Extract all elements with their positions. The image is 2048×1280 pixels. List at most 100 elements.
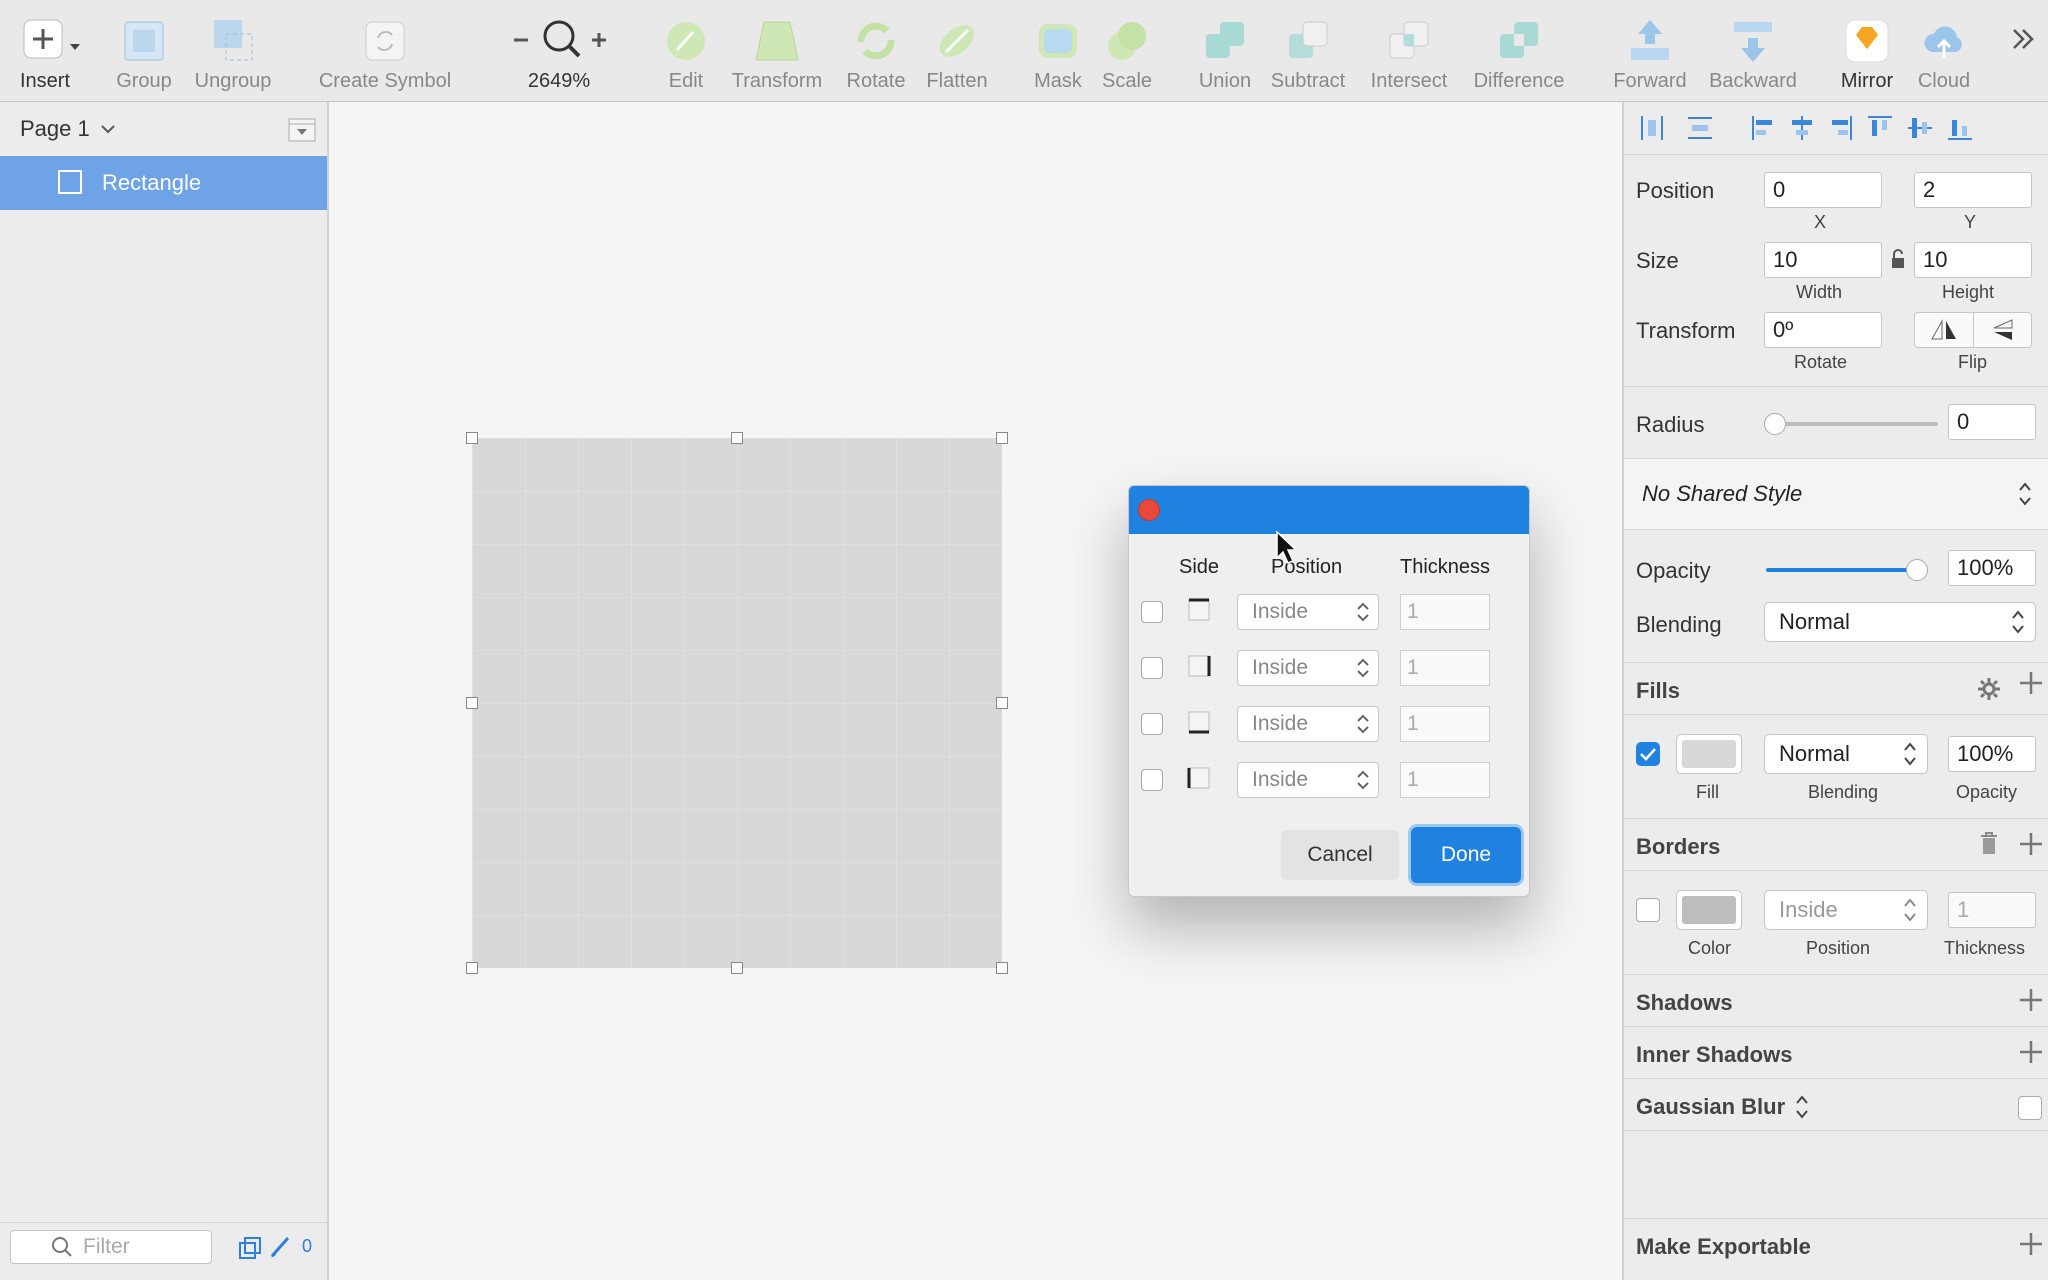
dialog-titlebar[interactable] [1129,486,1529,534]
resize-handle-bottom[interactable] [731,962,743,974]
cancel-button[interactable]: Cancel [1281,830,1399,880]
y-label: Y [1964,212,1977,232]
divider [1624,974,2048,975]
insert-button[interactable]: Insert [10,0,80,101]
side-right-position-select[interactable]: Inside [1237,650,1379,686]
lock-icon[interactable] [1890,248,1906,275]
fill-opacity-input[interactable]: 100% [1948,736,2036,772]
border-left-side-icon [1186,765,1212,796]
align-middle-vertical-icon[interactable] [1906,114,1934,142]
border-color-swatch[interactable] [1676,890,1742,930]
flip-vertical-button[interactable] [1974,313,2032,347]
subtract-button[interactable]: Subtract [1264,0,1352,101]
radius-input[interactable]: 0 [1948,404,2036,440]
scale-button[interactable]: Scale [1094,0,1160,101]
align-right-icon[interactable] [1826,114,1854,142]
width-input[interactable]: 10 [1764,242,1882,278]
opacity-slider-knob[interactable] [1906,559,1928,581]
gaussian-blur-select[interactable]: Gaussian Blur [1636,1094,1809,1120]
mirror-button[interactable]: Mirror [1834,0,1900,101]
resize-handle-top-right[interactable] [996,432,1008,444]
y-input[interactable]: 2 [1914,172,2032,208]
rotate-input[interactable]: 0º [1764,312,1882,348]
opacity-slider[interactable] [1766,568,1916,572]
border-position-select[interactable]: Inside [1764,890,1928,930]
side-right-checkbox[interactable] [1141,657,1163,679]
side-bottom-thickness-input[interactable]: 1 [1400,706,1490,742]
resize-handle-left[interactable] [466,697,478,709]
side-left-position-select[interactable]: Inside [1237,762,1379,798]
flip-horizontal-button[interactable] [1915,313,1974,347]
resize-handle-bottom-left[interactable] [466,962,478,974]
fill-color-swatch[interactable] [1676,734,1742,774]
divider [1624,1130,2048,1131]
toolbar-overflow-icon[interactable] [2008,24,2038,59]
shared-style-select[interactable]: No Shared Style [1624,459,2048,529]
updown-chevron-icon [1357,658,1369,678]
border-enabled-checkbox[interactable] [1636,898,1660,922]
align-top-icon[interactable] [1866,114,1894,142]
col-thickness-header: Thickness [1400,556,1491,578]
blending-select[interactable]: Normal [1764,602,2036,642]
close-icon[interactable] [1138,499,1160,521]
fill-blending-select[interactable]: Normal [1764,734,1928,774]
resize-handle-top-left[interactable] [466,432,478,444]
height-input[interactable]: 10 [1914,242,2032,278]
mask-button[interactable]: Mask [1028,0,1088,101]
radius-slider[interactable] [1768,422,1938,426]
resize-handle-bottom-right[interactable] [996,962,1008,974]
side-left-checkbox[interactable] [1141,769,1163,791]
fill-options-gear-icon[interactable] [1976,676,2002,707]
side-top-checkbox[interactable] [1141,601,1163,623]
transform-button[interactable]: Transform [724,0,830,101]
create-symbol-button[interactable]: Create Symbol [312,0,458,101]
slices-filter-icon[interactable] [268,1234,292,1265]
symbols-filter-icon[interactable] [238,1236,262,1265]
add-border-plus-icon[interactable] [2018,831,2044,862]
page-options-icon[interactable] [288,118,316,149]
ungroup-button[interactable]: Ungroup [188,0,278,101]
opacity-input[interactable]: 100% [1948,550,2036,586]
edit-button[interactable]: Edit [656,0,716,101]
flip-horizontal-icon [1931,319,1956,340]
add-export-plus-icon[interactable] [2018,1231,2044,1262]
side-bottom-position-select[interactable]: Inside [1237,706,1379,742]
group-button[interactable]: Group [108,0,180,101]
rotate-button[interactable]: Rotate [838,0,914,101]
borders-title: Borders [1636,834,1721,859]
backward-button[interactable]: Backward [1704,0,1802,101]
resize-handle-right[interactable] [996,697,1008,709]
side-right-thickness-input[interactable]: 1 [1400,650,1490,686]
difference-button[interactable]: Difference [1466,0,1572,101]
x-input[interactable]: 0 [1764,172,1882,208]
gaussian-blur-checkbox[interactable] [2018,1096,2042,1120]
cloud-button[interactable]: Cloud [1912,0,1976,101]
flatten-button[interactable]: Flatten [918,0,996,101]
side-bottom-checkbox[interactable] [1141,713,1163,735]
radius-slider-knob[interactable] [1764,413,1786,435]
forward-button[interactable]: Forward [1608,0,1692,101]
add-shadow-plus-icon[interactable] [2018,987,2044,1018]
zoom-control[interactable]: 2649% [500,0,618,101]
rectangle-shape[interactable] [472,438,1002,968]
page-selector[interactable]: Page 1 [20,116,118,142]
intersect-button[interactable]: Intersect [1364,0,1454,101]
align-left-icon[interactable] [1750,114,1778,142]
done-button[interactable]: Done [1411,827,1521,883]
border-thickness-input[interactable]: 1 [1948,892,2036,928]
distribute-horizontal-icon[interactable] [1638,114,1666,142]
fill-enabled-checkbox[interactable] [1636,742,1660,766]
side-top-position-select[interactable]: Inside [1237,594,1379,630]
side-top-thickness-input[interactable]: 1 [1400,594,1490,630]
add-inner-shadow-plus-icon[interactable] [2018,1039,2044,1070]
distribute-vertical-icon[interactable] [1686,114,1714,142]
add-fill-plus-icon[interactable] [2018,670,2044,704]
align-bottom-icon[interactable] [1946,114,1974,142]
resize-handle-top[interactable] [731,432,743,444]
align-center-horizontal-icon[interactable] [1788,114,1816,142]
filter-input[interactable]: Filter [10,1230,212,1264]
side-left-thickness-input[interactable]: 1 [1400,762,1490,798]
delete-border-trash-icon[interactable] [1978,830,2000,861]
layer-row-rectangle[interactable]: Rectangle [0,156,327,210]
union-button[interactable]: Union [1192,0,1258,101]
